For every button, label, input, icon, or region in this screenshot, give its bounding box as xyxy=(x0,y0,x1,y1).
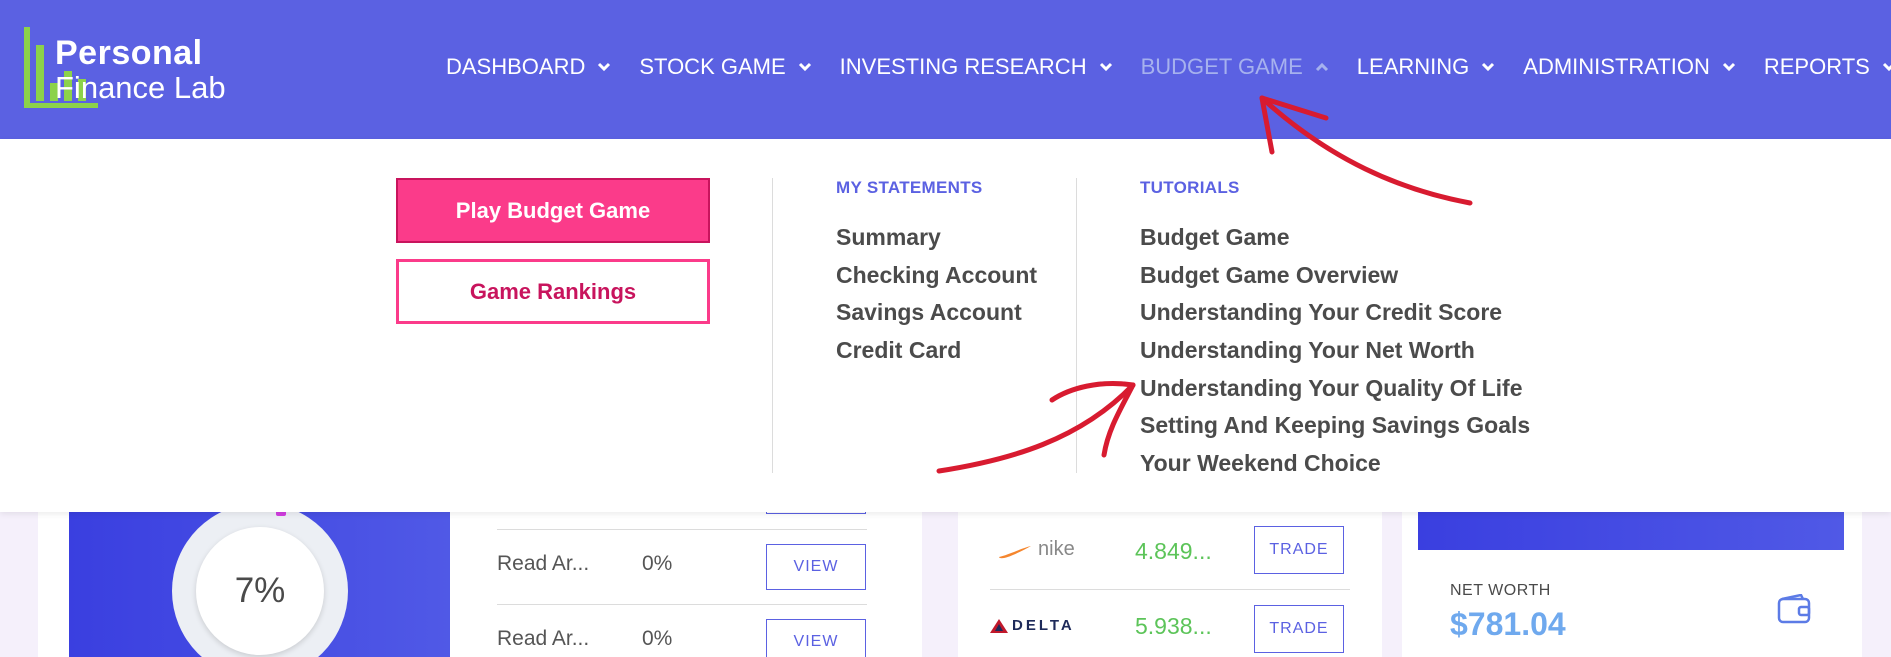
task-percent: 0% xyxy=(642,627,673,650)
nav-label: REPORTS xyxy=(1763,54,1870,79)
chevron-down-icon xyxy=(1882,62,1891,72)
my-statements-heading: MY STATEMENTS xyxy=(836,178,983,197)
column-divider xyxy=(1076,178,1077,473)
nav-label: BUDGET GAME xyxy=(1140,54,1303,79)
stock-name: nike xyxy=(1038,538,1075,560)
my-statements-list: Summary Checking Account Savings Account… xyxy=(836,219,1037,370)
tutorial-link-budget-game[interactable]: Budget Game xyxy=(1140,219,1530,257)
chevron-down-icon xyxy=(1099,62,1112,72)
delta-logo-icon xyxy=(990,619,1008,633)
task-name: Read Ar... xyxy=(497,552,590,575)
nav-label: LEARNING xyxy=(1356,54,1470,79)
net-worth-value: $781.04 xyxy=(1450,606,1566,642)
stock-row: nike 4.849... TRADE xyxy=(990,516,1350,590)
statement-link-checking[interactable]: Checking Account xyxy=(836,257,1037,295)
view-button[interactable]: VIEW xyxy=(766,544,866,590)
nav-label: ADMINISTRATION xyxy=(1523,54,1710,79)
tutorials-list: Budget Game Budget Game Overview Underst… xyxy=(1140,219,1530,483)
play-budget-game-button[interactable]: Play Budget Game xyxy=(396,178,710,243)
task-name: Read Ar... xyxy=(497,627,590,650)
trade-button[interactable]: TRADE xyxy=(1254,605,1344,653)
nav-reports[interactable]: REPORTS xyxy=(1764,54,1891,80)
logo-text-finance-lab: Finance Lab xyxy=(55,70,226,105)
top-header: Personal Finance Lab DASHBOARD STOCK GAM… xyxy=(0,0,1891,139)
chevron-up-icon xyxy=(1315,62,1328,72)
nav-label: DASHBOARD xyxy=(446,54,586,79)
task-row: Read Ar... 0% VIEW xyxy=(497,529,867,603)
chevron-down-icon xyxy=(798,62,811,72)
task-percent: 0% xyxy=(642,552,673,575)
nav-administration[interactable]: ADMINISTRATION xyxy=(1523,54,1738,80)
tutorial-link-savings-goals[interactable]: Setting And Keeping Savings Goals xyxy=(1140,407,1530,445)
chevron-down-icon xyxy=(1482,62,1495,72)
main-nav: DASHBOARD STOCK GAME INVESTING RESEARCH … xyxy=(446,54,1891,80)
net-worth-label: NET WORTH xyxy=(1450,582,1551,599)
progress-percent: 7% xyxy=(196,527,324,655)
tutorials-heading: TUTORIALS xyxy=(1140,178,1240,197)
statement-link-credit-card[interactable]: Credit Card xyxy=(836,332,1037,370)
column-divider xyxy=(772,178,773,473)
statement-link-summary[interactable]: Summary xyxy=(836,219,1037,257)
tutorial-link-budget-game-overview[interactable]: Budget Game Overview xyxy=(1140,257,1530,295)
logo-text-personal: Personal xyxy=(55,34,203,72)
task-row: Read Ar... 0% VIEW xyxy=(497,604,867,657)
stock-value: 4.849... xyxy=(1135,538,1212,564)
wallet-icon xyxy=(1777,594,1811,624)
nav-learning[interactable]: LEARNING xyxy=(1357,54,1497,80)
stock-row: DELTA 5.938... TRADE xyxy=(990,591,1350,657)
nav-label: STOCK GAME xyxy=(639,54,786,79)
trade-button[interactable]: TRADE xyxy=(1254,526,1344,574)
view-button[interactable]: VIEW xyxy=(766,619,866,657)
nike-logo-icon xyxy=(999,546,1031,559)
nav-label: INVESTING RESEARCH xyxy=(839,54,1087,79)
statement-link-savings[interactable]: Savings Account xyxy=(836,294,1037,332)
stock-name: DELTA xyxy=(1012,617,1075,634)
game-rankings-button[interactable]: Game Rankings xyxy=(396,259,710,324)
stock-value: 5.938... xyxy=(1135,613,1212,639)
chevron-down-icon xyxy=(1722,62,1735,72)
chevron-down-icon xyxy=(598,62,611,72)
tutorial-link-weekend-choice[interactable]: Your Weekend Choice xyxy=(1140,445,1530,483)
nav-dashboard[interactable]: DASHBOARD xyxy=(446,54,613,80)
budget-game-dropdown: Play Budget Game Game Rankings MY STATEM… xyxy=(0,139,1891,512)
nav-investing-research[interactable]: INVESTING RESEARCH xyxy=(840,54,1115,80)
tutorial-link-credit-score[interactable]: Understanding Your Credit Score xyxy=(1140,294,1530,332)
nav-budget-game[interactable]: BUDGET GAME xyxy=(1141,54,1331,80)
tutorial-link-net-worth[interactable]: Understanding Your Net Worth xyxy=(1140,332,1530,370)
nav-stock-game[interactable]: STOCK GAME xyxy=(639,54,813,80)
tutorial-link-quality-of-life[interactable]: Understanding Your Quality Of Life xyxy=(1140,370,1530,408)
app-logo[interactable]: Personal Finance Lab xyxy=(20,27,280,111)
